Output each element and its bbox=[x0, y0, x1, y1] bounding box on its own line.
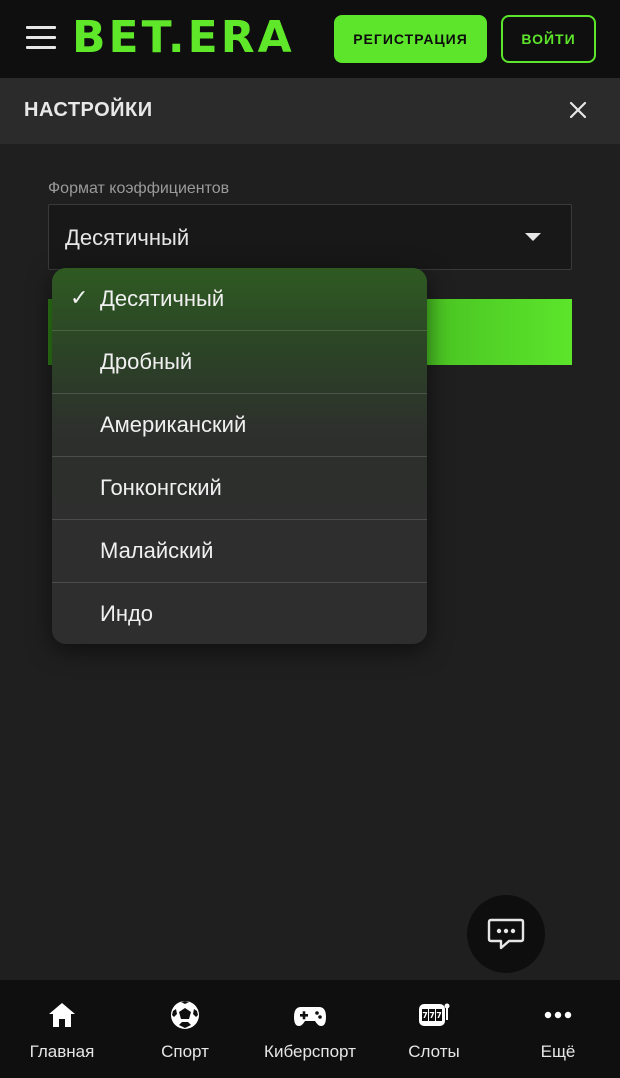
odds-format-select[interactable]: Десятичный bbox=[48, 204, 572, 270]
slot-machine-icon: 7 7 7 bbox=[419, 1003, 450, 1026]
dropdown-option[interactable]: ✓ Десятичный bbox=[52, 268, 427, 331]
nav-label: Главная bbox=[29, 1042, 95, 1061]
nav-item-esports[interactable]: Киберспорт bbox=[252, 980, 368, 1078]
register-button[interactable]: РЕГИСТРАЦИЯ bbox=[334, 15, 487, 63]
soccer-ball-icon bbox=[171, 1001, 199, 1029]
nav-label: Ещё bbox=[540, 1042, 576, 1061]
odds-format-dropdown: ✓ Десятичный Дробный Американский Гонкон… bbox=[52, 268, 427, 644]
nav-label: Спорт bbox=[161, 1042, 209, 1061]
nav-label: Слоты bbox=[408, 1042, 460, 1061]
login-button[interactable]: ВОЙТИ bbox=[501, 15, 596, 63]
chat-button[interactable] bbox=[467, 895, 545, 973]
nav-item-sport[interactable]: Спорт bbox=[135, 980, 235, 1078]
nav-item-more[interactable]: Ещё bbox=[508, 980, 608, 1078]
checkmark-icon: ✓ bbox=[70, 285, 89, 310]
dropdown-option-label: Десятичный bbox=[100, 286, 225, 311]
chat-icon bbox=[487, 918, 525, 950]
bottom-nav: Главная Спорт Киберспорт 7 7 7 Слоты Ещё bbox=[0, 980, 620, 1078]
dropdown-option[interactable]: Индо bbox=[52, 583, 427, 644]
caret-down-icon bbox=[525, 233, 541, 241]
svg-text:7: 7 bbox=[429, 1011, 435, 1020]
nav-item-slots[interactable]: 7 7 7 Слоты bbox=[384, 980, 484, 1078]
settings-header: НАСТРОЙКИ bbox=[0, 78, 620, 144]
more-dots-icon bbox=[544, 1011, 572, 1019]
dropdown-option-label: Гонконгский bbox=[100, 475, 222, 500]
dropdown-option[interactable]: Гонконгский bbox=[52, 457, 427, 520]
close-icon[interactable] bbox=[564, 96, 592, 124]
nav-label: Киберспорт bbox=[264, 1042, 356, 1061]
dropdown-option-label: Американский bbox=[100, 412, 247, 437]
gamepad-icon bbox=[294, 1007, 326, 1026]
menu-icon[interactable] bbox=[26, 26, 56, 50]
dropdown-option-label: Дробный bbox=[100, 349, 193, 374]
nav-item-home[interactable]: Главная bbox=[12, 980, 112, 1078]
svg-text:7: 7 bbox=[422, 1011, 428, 1020]
home-icon bbox=[49, 1003, 75, 1027]
dropdown-option[interactable]: Американский bbox=[52, 394, 427, 457]
odds-format-selected-value: Десятичный bbox=[65, 225, 190, 250]
dropdown-option-label: Индо bbox=[100, 601, 154, 626]
settings-title: НАСТРОЙКИ bbox=[24, 99, 153, 121]
betera-logo[interactable]: BET.ERA bbox=[72, 14, 295, 62]
dropdown-option[interactable]: Малайский bbox=[52, 520, 427, 583]
odds-format-label: Формат коэффициентов bbox=[48, 180, 230, 197]
svg-text:7: 7 bbox=[436, 1011, 442, 1020]
top-bar: BET.ERA РЕГИСТРАЦИЯ ВОЙТИ bbox=[0, 0, 620, 78]
dropdown-option[interactable]: Дробный bbox=[52, 331, 427, 394]
dropdown-option-label: Малайский bbox=[100, 538, 214, 563]
